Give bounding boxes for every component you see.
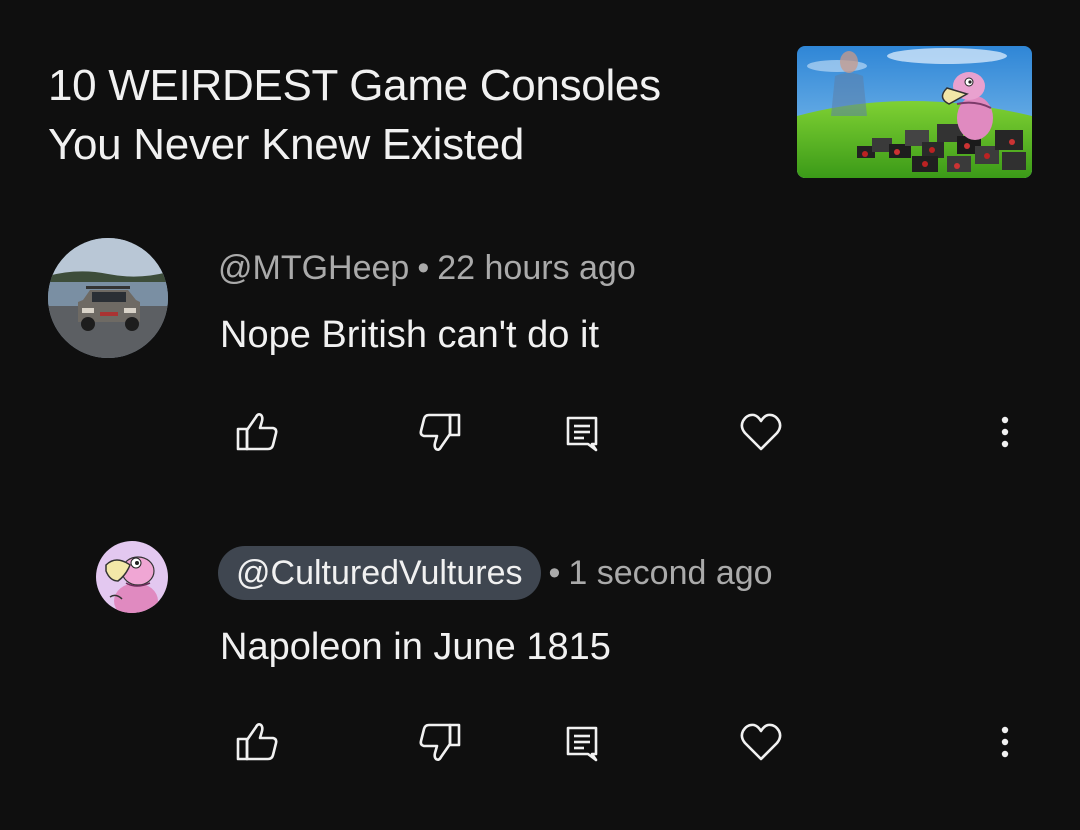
car-photo-avatar[interactable] — [48, 238, 168, 358]
comment-meta: @MTGHeep • 22 hours ago — [218, 244, 636, 292]
heart-button[interactable] — [737, 718, 785, 766]
meta-separator: • — [417, 248, 430, 287]
thumbs-up-icon — [236, 413, 278, 451]
more-vertical-icon — [1001, 726, 1009, 758]
dislike-button[interactable] — [416, 408, 464, 456]
comment-author-highlighted[interactable]: @CulturedVultures — [218, 546, 541, 600]
heart-icon — [740, 413, 782, 451]
comment-timestamp: 1 second ago — [568, 553, 773, 592]
heart-icon — [740, 723, 782, 761]
vulture-cartoon-avatar[interactable] — [96, 541, 168, 613]
video-title-line-1: 10 WEIRDEST Game Consoles — [48, 61, 661, 110]
reply-icon — [566, 726, 598, 762]
reply-icon — [566, 416, 598, 452]
thumbs-down-icon — [419, 413, 461, 451]
comment-text: Napoleon in June 1815 — [220, 626, 611, 668]
video-thumbnail[interactable] — [797, 46, 1032, 178]
comment: @MTGHeep • 22 hours ago Nope British can… — [0, 236, 1080, 486]
thumbs-down-icon — [419, 723, 461, 761]
dislike-button[interactable] — [416, 718, 464, 766]
comment: @CulturedVultures • 1 second ago Napoleo… — [0, 540, 1080, 790]
heart-button[interactable] — [737, 408, 785, 456]
comment-meta: @CulturedVultures • 1 second ago — [218, 546, 773, 600]
video-header: 10 WEIRDEST Game Consoles You Never Knew… — [0, 0, 1080, 200]
comment-author[interactable]: @MTGHeep — [218, 249, 409, 288]
comment-timestamp: 22 hours ago — [437, 248, 636, 287]
reply-button[interactable] — [558, 718, 606, 766]
more-vertical-icon — [1001, 416, 1009, 448]
like-button[interactable] — [233, 408, 281, 456]
video-title[interactable]: 10 WEIRDEST Game Consoles You Never Knew… — [48, 56, 748, 174]
thumbs-up-icon — [236, 723, 278, 761]
video-title-line-2: You Never Knew Existed — [48, 120, 525, 169]
like-button[interactable] — [233, 718, 281, 766]
more-options-button[interactable] — [981, 718, 1029, 766]
reply-button[interactable] — [558, 408, 606, 456]
comment-text: Nope British can't do it — [220, 314, 599, 356]
more-options-button[interactable] — [981, 408, 1029, 456]
meta-separator: • — [548, 553, 561, 592]
